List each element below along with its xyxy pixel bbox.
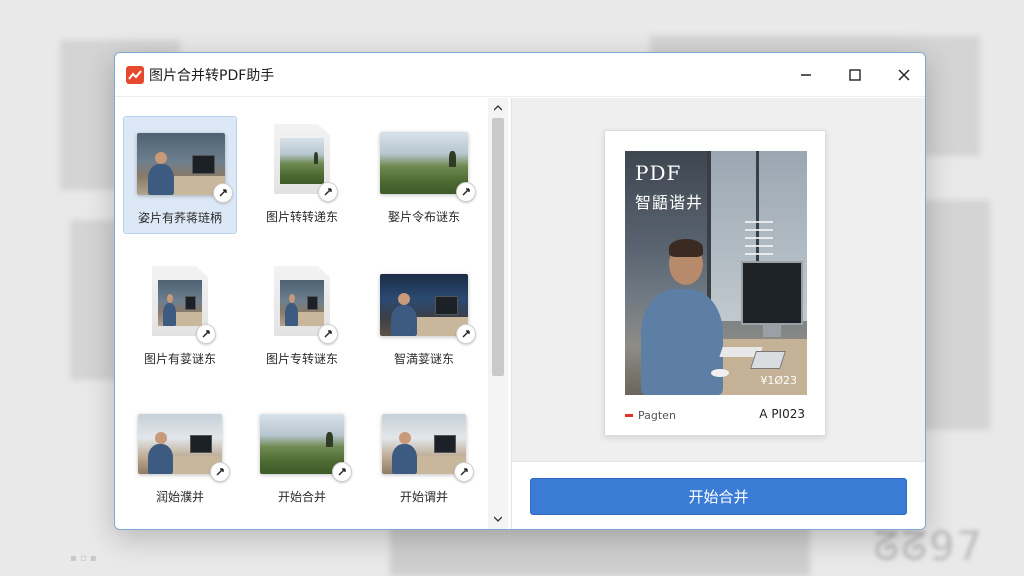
title-bar: 图片合并转PDF助手 [115, 53, 925, 97]
thumbnail-photo [260, 414, 344, 474]
thumbnail-label: 姿片有荞蒋琏柄 [137, 211, 222, 225]
thumbnail-grid: 姿片有荞蒋琏柄 图片转转递东 娶片令布谜东图片有荽谜东 图片专转谜东 智満荽谜东润始濮并… [115, 98, 511, 529]
thumbnail-label: 润始濮并 [155, 490, 204, 504]
minimize-icon [801, 74, 811, 76]
action-bar: 开始合并 [512, 461, 925, 529]
thumbnail-item[interactable]: 姿片有荞蒋琏柄 [123, 116, 237, 234]
thumbnail-person [391, 305, 417, 336]
thumbnail-monitor [435, 296, 458, 315]
preview-person [641, 289, 723, 395]
background-blur-text: ᘔᘔ97 [873, 524, 984, 570]
thumbnail-item[interactable]: 图片有荽谜东 [123, 258, 237, 376]
thumbnail-label: 智満荽谜东 [393, 352, 454, 366]
preview-monitor [741, 261, 803, 325]
preview-image: PDF 智鼯谐井 ¥1Ø23 [625, 151, 807, 395]
thumbnail-label: 开始合并 [277, 490, 326, 504]
thumbnail-person [148, 444, 173, 474]
thumbnail-person [392, 444, 417, 474]
maximize-icon [849, 69, 861, 81]
thumbnail-photo [280, 280, 324, 326]
thumbnail-label: 图片专转谜东 [265, 352, 338, 366]
add-badge-icon[interactable] [318, 324, 338, 344]
image-thumbnail [380, 274, 468, 336]
app-window: 图片合并转PDF助手 姿片有荞蒋琏柄 图片转转递东 娶片令布谜东图片有荽谜东 图片专转… [114, 52, 926, 530]
thumbnail-item[interactable]: 图片转转递东 [245, 116, 359, 234]
thumbnail-photo [280, 138, 324, 184]
maximize-button[interactable] [838, 61, 872, 89]
scroll-up-arrow-icon[interactable] [488, 100, 508, 116]
thumbnail-person [285, 303, 298, 326]
document-inner [280, 138, 324, 184]
image-thumbnail [382, 414, 466, 474]
add-badge-icon[interactable] [456, 324, 476, 344]
image-thumbnail [260, 414, 344, 474]
thumbnail-monitor [190, 435, 212, 453]
thumbnail-photo [138, 414, 222, 474]
thumbnail-item[interactable]: 开始合并 [245, 398, 359, 516]
pdf-preview-card: PDF 智鼯谐井 ¥1Ø23 Pagten A PI023 [604, 130, 826, 436]
preview-page-code: A PI023 [759, 407, 805, 421]
preview-panel: PDF 智鼯谐井 ¥1Ø23 Pagten A PI023 开始合并 [511, 98, 925, 529]
thumbnail-item[interactable]: 娶片令布谜东 [367, 116, 481, 234]
thumbnail-label: 开始谓并 [399, 490, 448, 504]
thumbnail-tree [326, 432, 333, 447]
thumbnail-person [148, 164, 174, 195]
thumbnail-person [163, 303, 176, 326]
thumbnail-photo [380, 274, 468, 336]
add-badge-icon[interactable] [210, 462, 230, 482]
thumbnail-photo [137, 133, 225, 195]
add-badge-icon[interactable] [456, 182, 476, 202]
thumbnail-label: 图片有荽谜东 [143, 352, 216, 366]
thumbnail-photo [382, 414, 466, 474]
preview-page-label: Pagten [638, 409, 676, 422]
start-merge-button[interactable]: 开始合并 [530, 478, 907, 515]
image-thumbnail [380, 132, 468, 194]
preview-title: PDF [635, 161, 682, 185]
thumbnail-tree [449, 151, 456, 167]
add-badge-icon[interactable] [332, 462, 352, 482]
image-thumbnail [137, 133, 225, 195]
thumbnail-item[interactable]: 润始濮并 [123, 398, 237, 516]
add-badge-icon[interactable] [454, 462, 474, 482]
thumbnail-item[interactable]: 开始谓并 [367, 398, 481, 516]
thumbnail-monitor [192, 155, 215, 174]
thumbnail-monitor [185, 296, 196, 310]
red-dash-icon [625, 414, 633, 417]
thumbnail-item[interactable]: 智満荽谜东 [367, 258, 481, 376]
window-title: 图片合并转PDF助手 [149, 68, 275, 84]
thumbnail-photo [158, 280, 202, 326]
scroll-thumb[interactable] [492, 118, 504, 376]
thumbnail-monitor [434, 435, 456, 453]
thumbnail-monitor [307, 296, 318, 310]
background-dots: ▪ ▫ ▪ [70, 553, 97, 564]
document-inner [158, 280, 202, 326]
thumbnail-label: 图片转转递东 [265, 210, 338, 224]
close-button[interactable] [887, 61, 921, 89]
thumbnail-label: 娶片令布谜东 [387, 210, 460, 224]
minimize-button[interactable] [789, 61, 823, 89]
thumbnail-photo [380, 132, 468, 194]
thumbnail-tree [314, 152, 318, 164]
add-badge-icon[interactable] [196, 324, 216, 344]
preview-footer-left: Pagten [625, 409, 676, 422]
add-badge-icon[interactable] [213, 183, 233, 203]
document-inner [280, 280, 324, 326]
thumbnail-item[interactable]: 图片专转谜东 [245, 258, 359, 376]
preview-subtitle: 智鼯谐井 [635, 193, 704, 212]
add-badge-icon[interactable] [318, 182, 338, 202]
vertical-scrollbar[interactable] [488, 98, 508, 529]
scroll-down-arrow-icon[interactable] [488, 511, 508, 527]
preview-image-code: ¥1Ø23 [760, 374, 797, 387]
image-thumbnail [138, 414, 222, 474]
close-icon [898, 69, 910, 81]
app-logo-icon [126, 66, 144, 84]
